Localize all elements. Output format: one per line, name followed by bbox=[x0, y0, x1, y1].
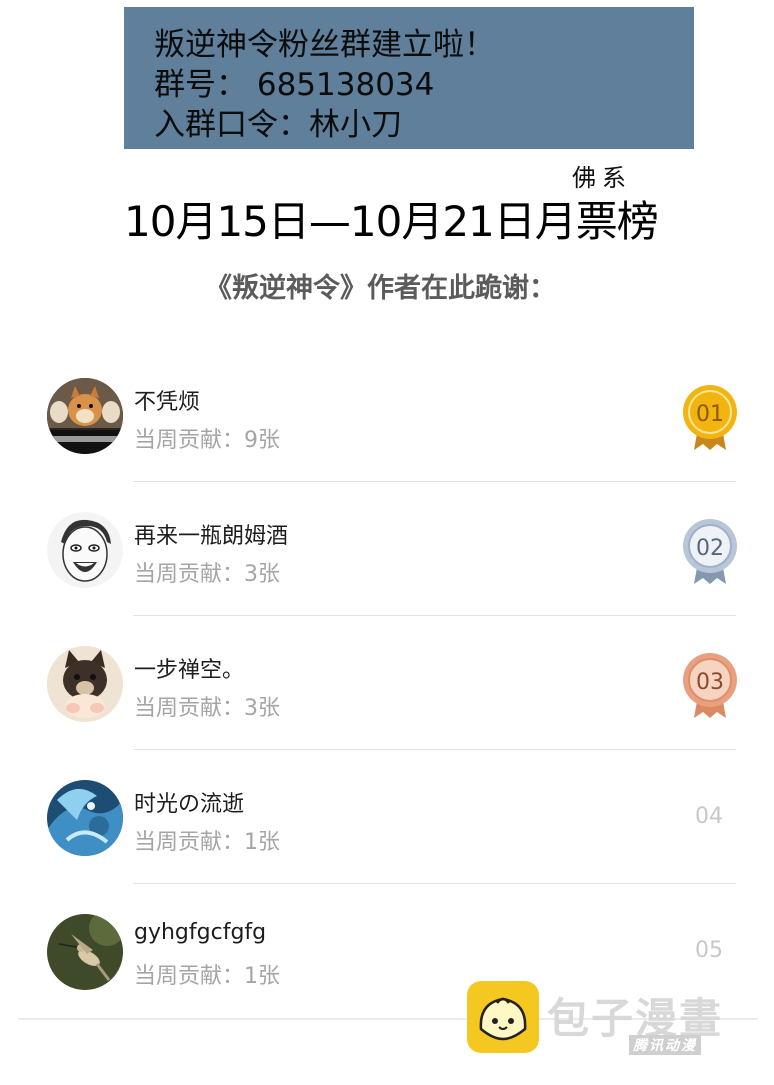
weekly-contribution: 当周贡献：3张 bbox=[134, 696, 280, 721]
divider bbox=[133, 749, 736, 750]
fan-group-banner: 叛逆神令粉丝群建立啦！ 群号： 685138034 入群口令：林小刀 bbox=[124, 7, 694, 149]
page-subtitle: 《叛逆神令》作者在此跪谢： bbox=[205, 273, 556, 304]
silver-medal-icon: 02 bbox=[681, 518, 739, 586]
weekly-contribution: 当周贡献：3张 bbox=[134, 562, 280, 587]
banner-line-group-number: 群号： 685138034 bbox=[154, 67, 435, 103]
rank-number: 03 bbox=[696, 670, 724, 695]
bronze-medal-icon: 03 bbox=[681, 652, 739, 720]
avatar[interactable] bbox=[47, 914, 123, 990]
list-item[interactable]: 时光の流逝 当周贡献：1张 04 bbox=[0, 780, 774, 914]
user-name: 时光の流逝 bbox=[134, 792, 245, 817]
banner-line-passphrase: 入群口令：林小刀 bbox=[154, 107, 402, 143]
rank-number: 05 bbox=[695, 938, 723, 963]
list-item[interactable]: 一步禅空。 当周贡献：3张 03 bbox=[0, 646, 774, 780]
avatar[interactable] bbox=[47, 512, 123, 588]
banner-line-announcement: 叛逆神令粉丝群建立啦！ bbox=[154, 27, 495, 63]
list-item[interactable]: 不凭烦 当周贡献：9张 01 bbox=[0, 378, 774, 512]
rank-number: 02 bbox=[696, 536, 724, 561]
avatar[interactable] bbox=[47, 378, 123, 454]
divider bbox=[133, 883, 736, 884]
rank-number: 01 bbox=[696, 402, 724, 427]
divider bbox=[133, 481, 736, 482]
divider bbox=[133, 615, 736, 616]
user-name: 再来一瓶朗姆酒 bbox=[134, 524, 289, 549]
weekly-contribution: 当周贡献：9张 bbox=[134, 428, 280, 453]
bun-logo-icon bbox=[467, 981, 539, 1053]
weekly-contribution: 当周贡献：1张 bbox=[134, 830, 280, 855]
rank-number: 04 bbox=[695, 804, 723, 829]
user-name: gyhgfgcfgfg bbox=[134, 920, 267, 945]
watermark: 包子漫畫 腾讯动漫 bbox=[467, 981, 757, 1057]
weekly-contribution: 当周贡献：1张 bbox=[134, 964, 280, 989]
avatar[interactable] bbox=[47, 646, 123, 722]
user-name: 一步禅空。 bbox=[134, 658, 245, 683]
avatar[interactable] bbox=[47, 780, 123, 856]
watermark-sub: 腾讯动漫 bbox=[629, 1035, 701, 1055]
user-name: 不凭烦 bbox=[134, 390, 201, 415]
list-item[interactable]: 再来一瓶朗姆酒 当周贡献：3张 02 bbox=[0, 512, 774, 646]
page-title: 10月15日—10月21日月票榜 bbox=[124, 197, 659, 246]
gold-medal-icon: 01 bbox=[681, 384, 739, 452]
